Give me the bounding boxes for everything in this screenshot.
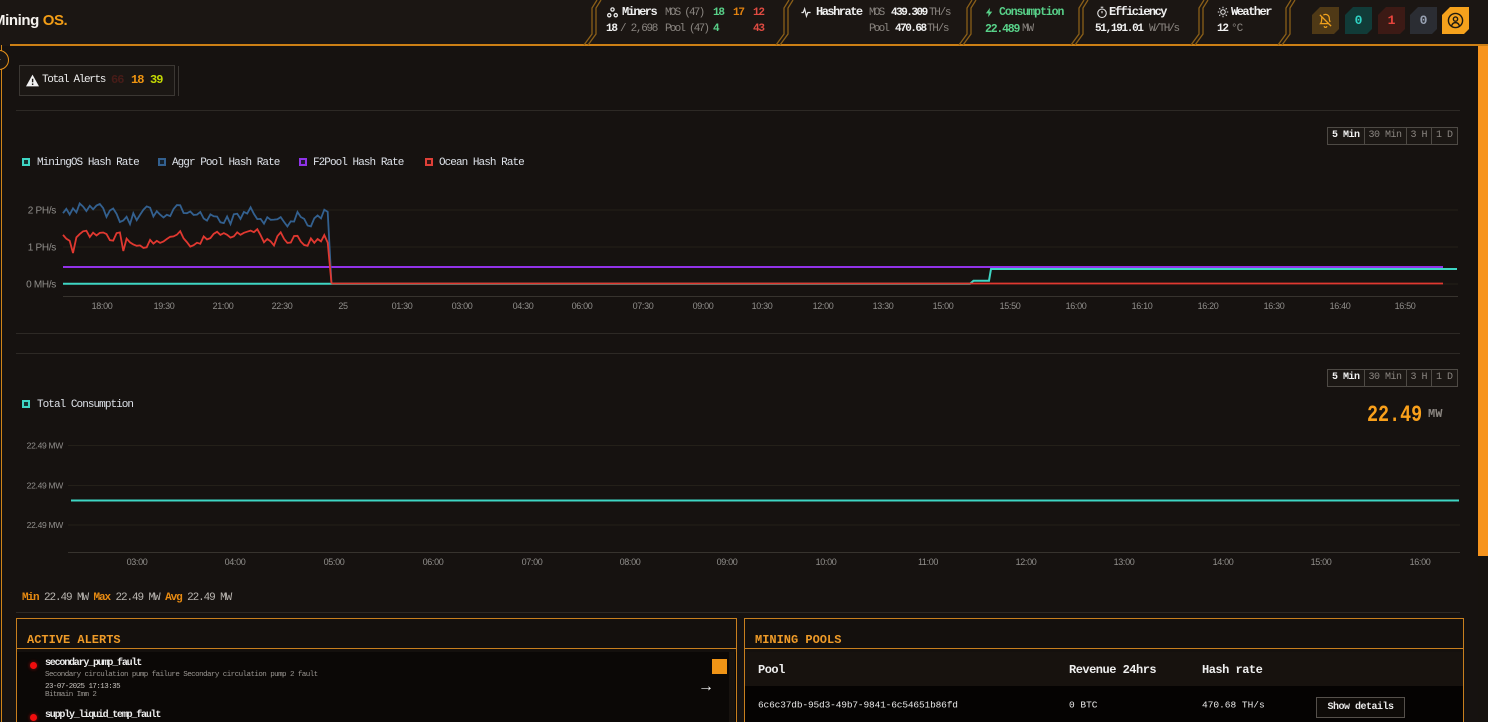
svg-text:19:30: 19:30 (154, 301, 175, 311)
svg-text:03:00: 03:00 (127, 557, 148, 567)
svg-text:1 PH/s: 1 PH/s (28, 243, 57, 254)
svg-text:16:00: 16:00 (1410, 557, 1431, 567)
svg-text:16:00: 16:00 (1066, 301, 1087, 311)
svg-text:12:00: 12:00 (813, 301, 834, 311)
svg-text:16:50: 16:50 (1395, 301, 1416, 311)
svg-text:21:00: 21:00 (213, 301, 234, 311)
svg-text:03:00: 03:00 (452, 301, 473, 311)
svg-text:04:00: 04:00 (225, 557, 246, 567)
svg-text:08:00: 08:00 (620, 557, 641, 567)
svg-text:16:20: 16:20 (1198, 301, 1219, 311)
svg-text:2 PH/s: 2 PH/s (28, 206, 57, 217)
svg-text:09:00: 09:00 (693, 301, 714, 311)
svg-text:11:00: 11:00 (918, 557, 938, 567)
svg-text:09:00: 09:00 (717, 557, 738, 567)
svg-text:01:30: 01:30 (392, 301, 413, 311)
svg-text:15:00: 15:00 (933, 301, 954, 311)
svg-text:04:30: 04:30 (513, 301, 534, 311)
svg-text:14:00: 14:00 (1213, 557, 1234, 567)
svg-text:16:10: 16:10 (1132, 301, 1153, 311)
svg-text:25: 25 (338, 301, 348, 311)
svg-text:10:30: 10:30 (752, 301, 773, 311)
svg-text:22.49 MW: 22.49 MW (27, 441, 64, 451)
svg-text:22:30: 22:30 (272, 301, 293, 311)
svg-text:22.49 MW: 22.49 MW (27, 481, 64, 491)
svg-text:22.49 MW: 22.49 MW (27, 520, 64, 530)
svg-text:15:00: 15:00 (1311, 557, 1332, 567)
svg-text:07:30: 07:30 (633, 301, 654, 311)
svg-text:0 MH/s: 0 MH/s (26, 280, 56, 291)
svg-text:05:00: 05:00 (324, 557, 345, 567)
svg-text:18:00: 18:00 (92, 301, 113, 311)
svg-text:16:40: 16:40 (1330, 301, 1351, 311)
svg-text:12:00: 12:00 (1016, 557, 1037, 567)
svg-text:16:30: 16:30 (1264, 301, 1285, 311)
svg-text:15:50: 15:50 (1000, 301, 1021, 311)
svg-text:13:00: 13:00 (1114, 557, 1135, 567)
svg-text:07:00: 07:00 (522, 557, 543, 567)
svg-text:06:00: 06:00 (572, 301, 593, 311)
svg-text:13:30: 13:30 (873, 301, 894, 311)
svg-text:10:00: 10:00 (816, 557, 837, 567)
svg-text:06:00: 06:00 (423, 557, 444, 567)
